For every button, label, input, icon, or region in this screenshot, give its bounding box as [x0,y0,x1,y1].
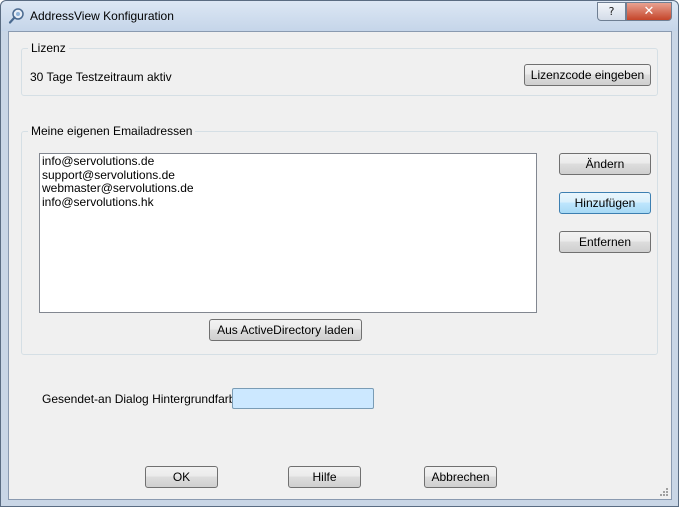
change-email-button[interactable]: Ändern [559,153,651,175]
enter-license-code-button[interactable]: Lizenzcode eingeben [524,64,651,86]
list-item[interactable]: support@servolutions.de [42,168,534,183]
help-button[interactable]: Hilfe [288,466,361,488]
background-color-label: Gesendet-an Dialog Hintergrundfarbe: [42,392,246,406]
window-title: AddressView Konfiguration [30,9,174,23]
list-item[interactable]: info@servolutions.de [42,154,534,169]
email-address-list[interactable]: info@servolutions.de support@servolution… [39,153,537,313]
app-icon [8,8,24,24]
resize-grip-icon[interactable] [659,487,669,497]
close-icon: ✕ [643,4,655,19]
help-title-button[interactable]: ? [597,2,626,21]
license-status-text: 30 Tage Testzeitraum aktiv [30,70,172,84]
close-button[interactable]: ✕ [626,2,672,21]
background-color-field[interactable] [232,388,374,409]
add-email-button[interactable]: Hinzufügen [559,192,651,214]
list-item[interactable]: info@servolutions.hk [42,195,534,210]
email-addresses-group-label: Meine eigenen Emailadressen [28,124,196,138]
dialog-window: AddressView Konfiguration ? ✕ Lizenz 30 … [0,0,679,507]
dialog-client-area: Lizenz 30 Tage Testzeitraum aktiv Lizenz… [8,31,672,500]
ok-button[interactable]: OK [145,466,218,488]
list-item[interactable]: webmaster@servolutions.de [42,181,534,196]
license-group-label: Lizenz [28,41,69,55]
title-bar[interactable]: AddressView Konfiguration ? ✕ [1,1,678,31]
load-from-active-directory-button[interactable]: Aus ActiveDirectory laden [209,319,362,341]
cancel-button[interactable]: Abbrechen [424,466,497,488]
remove-email-button[interactable]: Entfernen [559,231,651,253]
help-icon: ? [608,5,615,18]
